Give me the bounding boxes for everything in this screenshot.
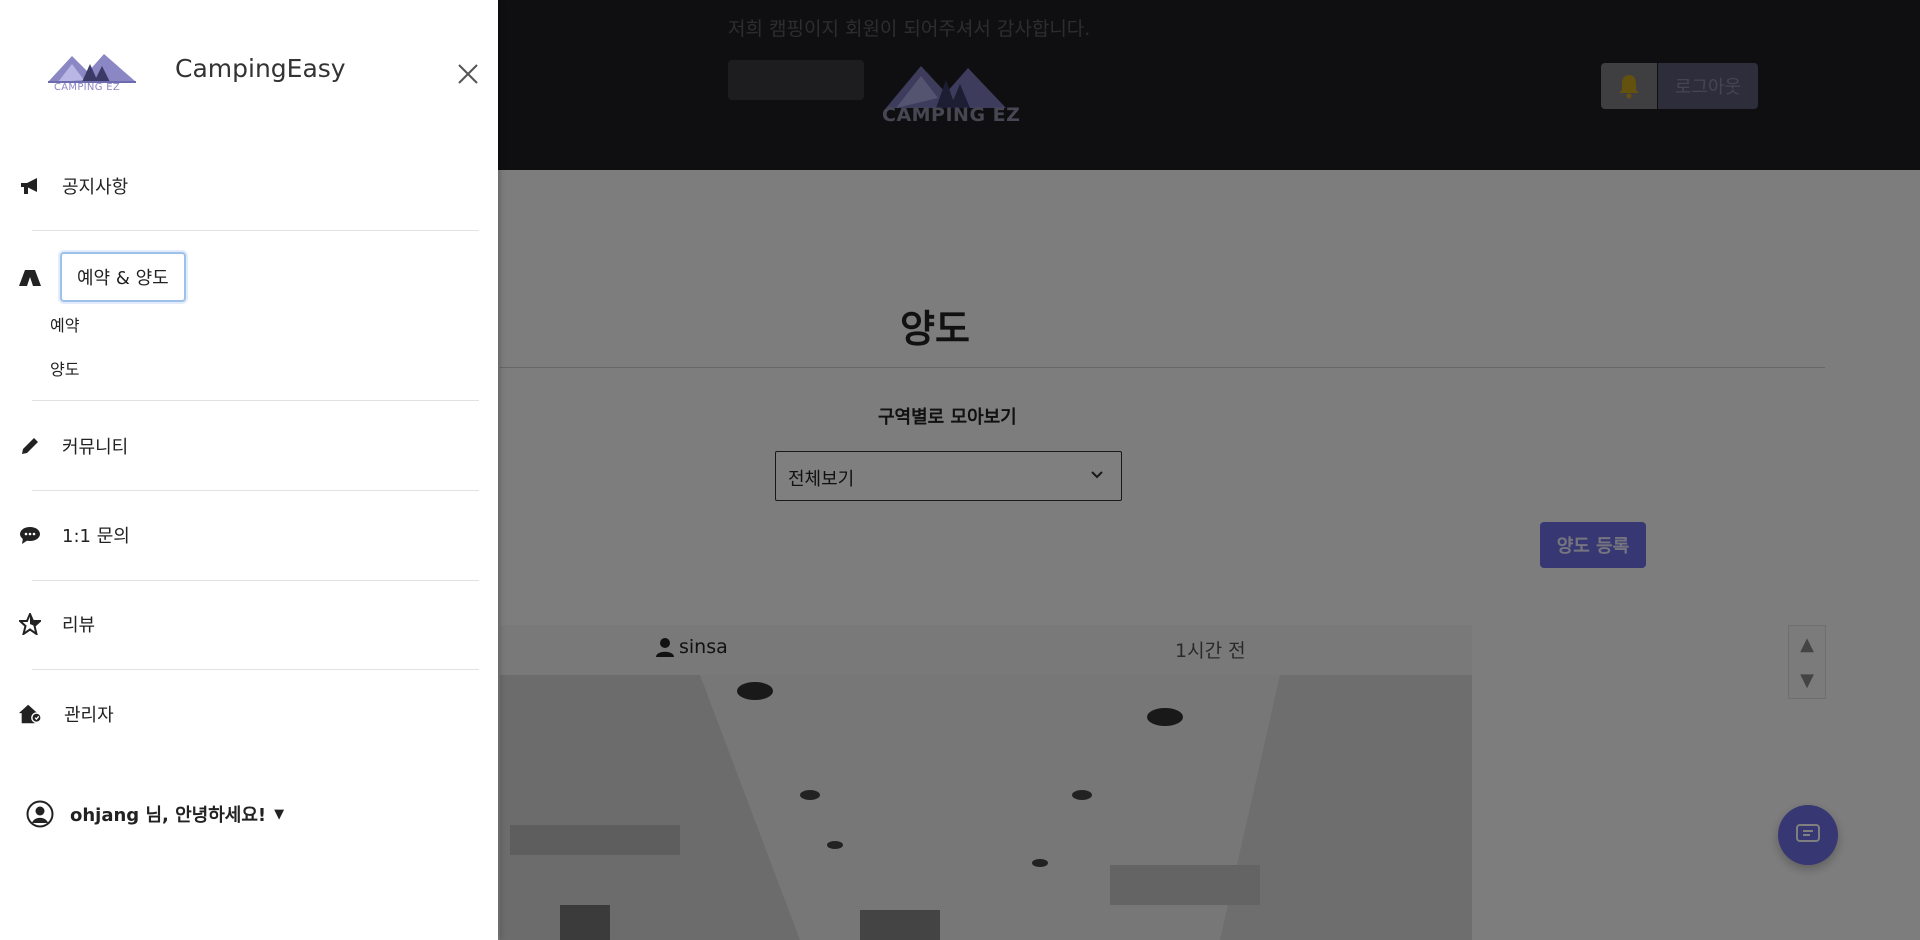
mountain-logo-icon — [48, 54, 136, 83]
drawer-logo-text: CAMPING EZ — [54, 82, 121, 93]
sub-item-transfer[interactable]: 양도 — [50, 356, 79, 380]
tent-icon — [18, 265, 42, 289]
user-menu-toggle[interactable]: ohjang 님, 안녕하세요! ▼ — [26, 800, 284, 828]
side-drawer: CAMPING EZ CampingEasy 공지사항 예약 & 양도 예약 양… — [0, 0, 498, 940]
menu-item-notice[interactable]: 공지사항 — [18, 168, 128, 204]
menu-label-community: 커뮤니티 — [62, 437, 129, 458]
menu-label-reservation-transfer: 예약 & 양도 — [60, 252, 186, 302]
close-icon — [458, 64, 478, 84]
pencil-icon — [18, 434, 42, 458]
menu-label-review: 리뷰 — [62, 615, 96, 636]
menu-label-notice: 공지사항 — [62, 177, 129, 198]
menu-divider — [32, 669, 479, 670]
menu-divider — [32, 230, 479, 231]
menu-item-review[interactable]: 리뷰 — [18, 606, 95, 642]
caret-down-icon: ▼ — [274, 806, 285, 822]
megaphone-icon — [18, 174, 42, 198]
menu-item-admin[interactable]: 관리자 — [18, 696, 114, 732]
admin-house-icon — [18, 702, 42, 726]
menu-divider — [32, 580, 479, 581]
menu-label-inquiry: 1:1 문의 — [62, 526, 130, 547]
user-greeting: ohjang 님, 안녕하세요! — [70, 805, 267, 826]
menu-item-inquiry[interactable]: 1:1 문의 — [18, 517, 130, 553]
drawer-logo[interactable]: CAMPING EZ — [46, 50, 138, 100]
menu-item-reservation-transfer[interactable]: 예약 & 양도 — [18, 250, 186, 304]
chat-bubble-icon — [18, 523, 42, 547]
menu-item-community[interactable]: 커뮤니티 — [18, 428, 128, 464]
sub-item-reservation[interactable]: 예약 — [50, 312, 79, 336]
brand-name: CampingEasy — [175, 54, 346, 83]
menu-label-admin: 관리자 — [64, 705, 114, 726]
close-drawer-button[interactable] — [452, 58, 484, 90]
star-icon — [18, 612, 42, 636]
menu-divider — [32, 400, 479, 401]
user-circle-icon — [26, 800, 54, 828]
menu-divider — [32, 490, 479, 491]
